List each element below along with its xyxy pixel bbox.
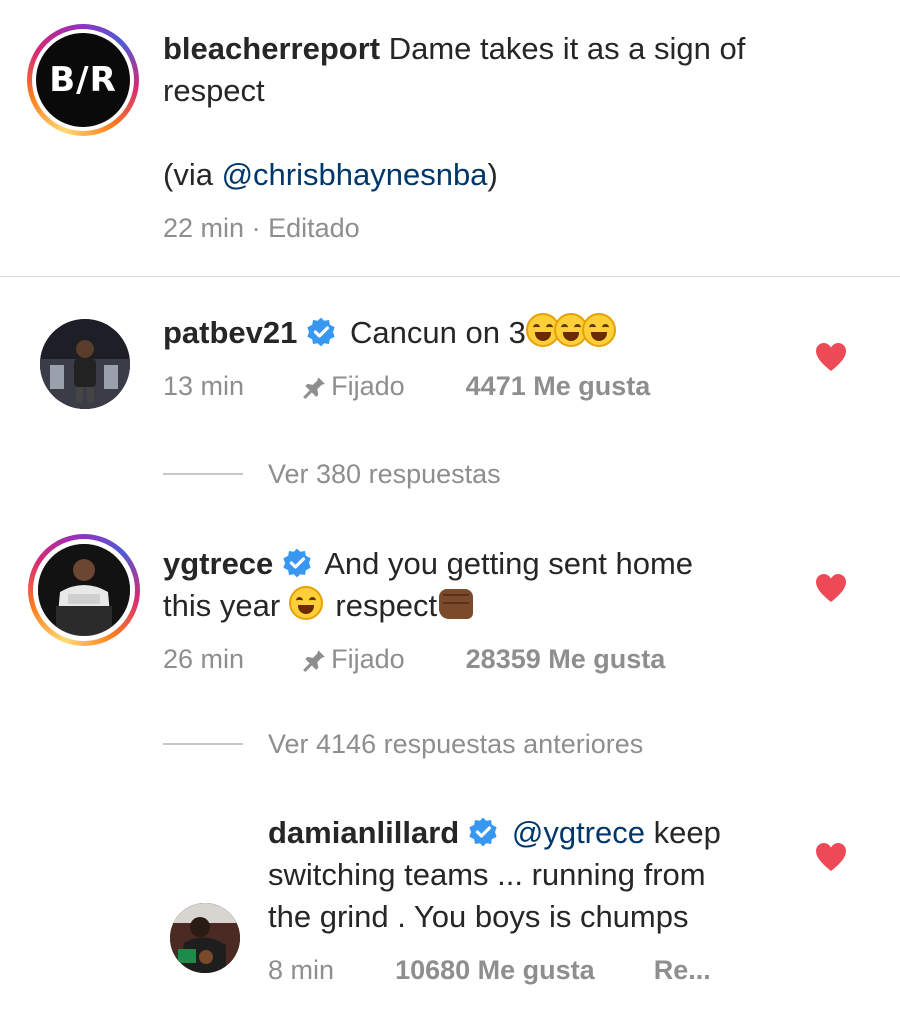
comment-ygtrece-line1: ygtrece And you getting sent home xyxy=(163,543,693,585)
comment-text: Cancun on 3 xyxy=(350,315,526,350)
view-previous-replies-button[interactable]: Ver 4146 respuestas anteriores xyxy=(268,726,643,762)
comment-username[interactable]: ygtrece xyxy=(163,546,273,581)
laughing-emoji-icon xyxy=(525,313,616,350)
likes-count-button[interactable]: 28359 Me gusta xyxy=(466,644,666,674)
likes-count-button[interactable]: 10680 Me gusta xyxy=(395,955,595,985)
post-time: 22 min xyxy=(163,213,245,243)
post-caption-line2: respect xyxy=(163,73,265,108)
avatar-photo xyxy=(170,903,240,973)
heart-like-icon[interactable] xyxy=(815,573,847,603)
comment-time: 26 min xyxy=(163,644,245,674)
reply-text: keep xyxy=(653,815,721,850)
meta-separator: · xyxy=(251,213,261,243)
comment-patbev21-text: patbev21 Cancun on 3 xyxy=(163,312,616,354)
pin-icon xyxy=(303,375,325,399)
reply-meta: 8 min 10680 Me gusta Re... xyxy=(268,952,711,988)
bleacher-report-logo: B/R xyxy=(36,33,130,127)
via-prefix: (via xyxy=(163,157,222,192)
reply-line2: switching teams ... running from xyxy=(268,857,706,892)
comment-ygtrece-meta: 26 min Fijado 28359 Me gusta xyxy=(163,641,665,677)
pinned-label: Fijado xyxy=(331,644,405,674)
post-avatar-ring[interactable]: B/R xyxy=(27,24,139,136)
post-username[interactable]: bleacherreport xyxy=(163,31,380,66)
raised-fist-emoji-icon xyxy=(439,589,474,619)
via-suffix: ) xyxy=(487,157,498,192)
verified-badge-icon xyxy=(469,817,497,847)
reply-button[interactable]: Re... xyxy=(654,955,711,985)
comment-text: And you getting sent home xyxy=(324,546,694,581)
view-replies-line xyxy=(163,743,243,745)
comment-patbev21-meta: 13 min Fijado 4471 Me gusta xyxy=(163,368,650,404)
heart-like-icon[interactable] xyxy=(815,342,847,372)
rofl-emoji-icon xyxy=(288,586,327,623)
reply-line3: the grind . You boys is chumps xyxy=(268,899,689,934)
comment-username[interactable]: patbev21 xyxy=(163,315,297,350)
likes-count-button[interactable]: 4471 Me gusta xyxy=(466,371,651,401)
pinned-label: Fijado xyxy=(331,371,405,401)
avatar-patbev21[interactable] xyxy=(40,319,130,409)
comment-text: respect xyxy=(335,588,438,623)
post-caption-text: Dame takes it as a sign of xyxy=(388,31,746,66)
comment-ygtrece-line2: this year respect xyxy=(163,585,474,627)
reply-time: 8 min xyxy=(268,955,335,985)
comment-time: 13 min xyxy=(163,371,245,401)
verified-badge-icon xyxy=(283,548,311,578)
avatar-photo xyxy=(40,319,130,409)
post-caption-line1: bleacherreport Dame takes it as a sign o… xyxy=(163,28,745,70)
view-replies-button[interactable]: Ver 380 respuestas xyxy=(268,456,501,492)
heart-like-icon[interactable] xyxy=(815,842,847,872)
avatar-damianlillard[interactable] xyxy=(170,903,240,973)
caption-divider xyxy=(0,276,900,277)
via-mention-link[interactable]: @chrisbhaynesnba xyxy=(222,157,488,192)
avatar-photo xyxy=(38,544,130,636)
reply-line1: damianlillard @ygtrece keep xyxy=(268,812,721,854)
post-meta: 22 min · Editado xyxy=(163,210,360,246)
post-via-line: (via @chrisbhaynesnba) xyxy=(163,154,498,196)
view-replies-line xyxy=(163,473,243,475)
comment-text: this year xyxy=(163,588,281,623)
avatar-ygtrece[interactable] xyxy=(28,534,140,646)
post-edited-label: Editado xyxy=(268,213,360,243)
reply-username[interactable]: damianlillard xyxy=(268,815,459,850)
reply-mention-link[interactable]: @ygtrece xyxy=(512,815,645,850)
pin-icon xyxy=(303,648,325,672)
verified-badge-icon xyxy=(307,317,336,347)
